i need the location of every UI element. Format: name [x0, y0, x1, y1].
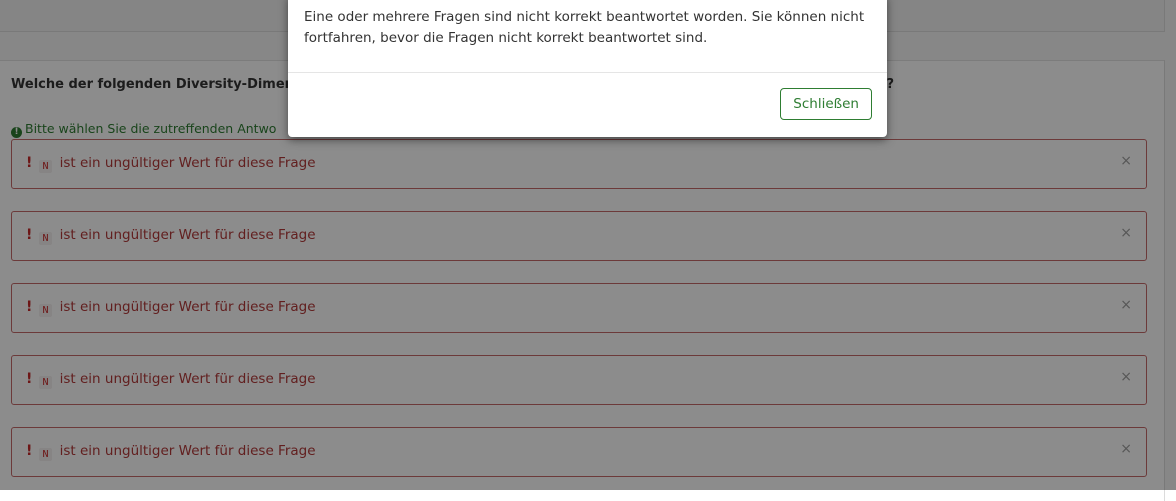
validation-dialog: Eine oder mehrere Fragen sind nicht korr…: [288, 0, 887, 137]
close-dialog-button[interactable]: Schließen: [780, 88, 872, 120]
dialog-message: Eine oder mehrere Fragen sind nicht korr…: [304, 7, 874, 49]
dialog-message-line: Eine oder mehrere Fragen sind nicht korr…: [304, 9, 865, 25]
dialog-footer: Schließen: [288, 72, 887, 138]
dialog-message-line: fortfahren, bevor die Fragen nicht korre…: [304, 30, 708, 46]
